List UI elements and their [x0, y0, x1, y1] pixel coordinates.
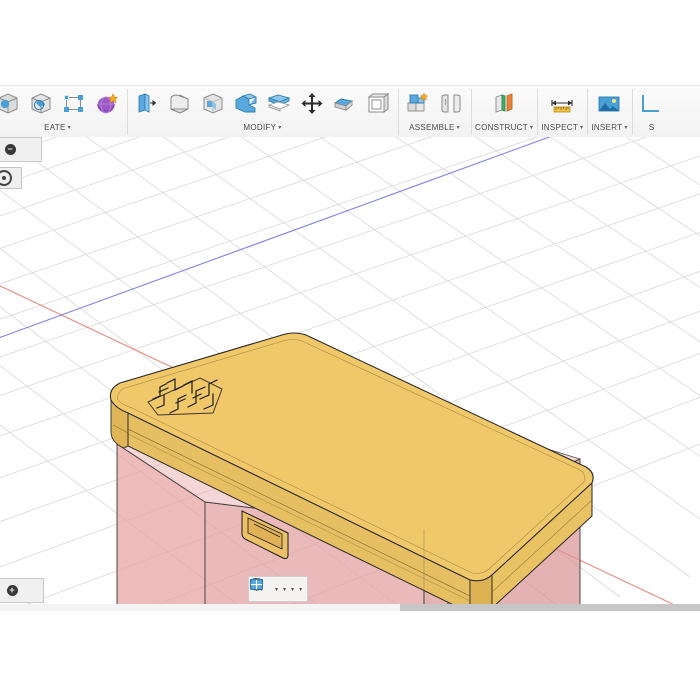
select-icon[interactable] [636, 88, 668, 120]
construct-panel-text: CONSTRUCT [475, 123, 528, 132]
fusion-window: EATE ▾ MODIFY ▾ ASSEMBLE ▾ CONSTRUCT ▾ I… [0, 0, 700, 700]
viewport-scene [0, 137, 700, 610]
chevron-down-icon: ▾ [291, 586, 295, 593]
press-pull-icon[interactable] [131, 88, 163, 120]
chevron-down-icon: ▾ [624, 125, 628, 131]
chevron-down-icon: ▾ [278, 125, 282, 131]
combine-icon[interactable] [362, 88, 394, 120]
ribbon-toolbar: EATE ▾ MODIFY ▾ ASSEMBLE ▾ CONSTRUCT ▾ I… [0, 85, 700, 139]
joint-icon[interactable] [435, 88, 467, 120]
cylinder-icon[interactable] [25, 88, 57, 120]
horizontal-scrollbar[interactable] [0, 604, 700, 611]
viewports-button[interactable]: ▾ [250, 579, 304, 599]
modify-panel-text: MODIFY [243, 123, 277, 132]
align-icon[interactable] [329, 88, 361, 120]
modify-tool-group [131, 86, 394, 121]
assemble-tool-group [402, 86, 467, 121]
chevron-down-icon: ▾ [580, 125, 584, 131]
ribbon-panel-construct: CONSTRUCT ▾ [471, 86, 537, 138]
comments-panel-expand-stub[interactable]: + [0, 578, 44, 603]
insert-panel-label[interactable]: INSERT ▾ [591, 121, 627, 135]
browser-panel-collapse-stub[interactable]: − [0, 137, 42, 162]
sphere-icon[interactable] [0, 88, 24, 120]
ribbon-panel-inspect: INSPECT ▾ [537, 86, 587, 138]
window-chrome-blank [0, 0, 700, 85]
ribbon-panel-select: S [631, 86, 672, 138]
draft-icon[interactable] [263, 88, 295, 120]
expand-icon: + [6, 585, 18, 596]
grid-snaps-button[interactable]: ▾ [250, 579, 296, 599]
construct-tool-group [488, 86, 520, 121]
chevron-down-icon: ▾ [529, 125, 534, 131]
display-settings-button[interactable]: ▾ [249, 578, 288, 599]
ribbon-panel-create: EATE ▾ [0, 86, 127, 138]
shell-icon[interactable] [230, 88, 262, 120]
insert-panel-text: INSERT [591, 123, 623, 132]
create-panel-label[interactable]: EATE ▾ [44, 121, 71, 135]
insert-tool-group [593, 86, 625, 121]
modify-panel-label[interactable]: MODIFY ▾ [243, 121, 281, 135]
pattern-icon[interactable] [58, 88, 90, 120]
move-copy-icon[interactable] [296, 88, 328, 120]
zoom-window-button[interactable]: ▾ [250, 578, 280, 599]
scrollbar-thumb[interactable] [400, 604, 700, 611]
chevron-down-icon: ▾ [283, 586, 287, 593]
create-form-icon[interactable] [91, 88, 123, 120]
measure-icon[interactable] [546, 88, 578, 120]
create-panel-text: EATE [44, 123, 66, 132]
construct-panel-label[interactable]: CONSTRUCT ▾ [475, 121, 533, 135]
chevron-down-icon: ▾ [299, 586, 303, 593]
assemble-panel-text: ASSEMBLE [409, 123, 455, 132]
view-navigation-bar: ▾ ▾ ▾ ▾ [248, 576, 309, 602]
ribbon-panel-assemble: ASSEMBLE ▾ [398, 86, 471, 138]
viewport-canvas[interactable]: − + ▾ ▾ ▾ ▾ [0, 137, 700, 610]
document-settings-icon [0, 170, 12, 186]
chevron-down-icon: ▾ [67, 125, 71, 131]
select-tool-group [636, 86, 668, 121]
offset-plane-icon[interactable] [488, 88, 520, 120]
collapse-icon: − [4, 144, 16, 155]
y-axis-line [0, 137, 551, 338]
create-tool-group [0, 86, 123, 121]
browser-root-node[interactable] [0, 167, 22, 189]
enclosure-model[interactable] [109, 332, 594, 610]
chevron-down-icon: ▾ [456, 125, 460, 131]
ribbon-panel-modify: MODIFY ▾ [127, 86, 398, 138]
assemble-panel-label[interactable]: ASSEMBLE ▾ [409, 121, 460, 135]
chamfer-icon[interactable] [197, 88, 229, 120]
inspect-panel-label[interactable]: INSPECT ▾ [541, 121, 583, 135]
inspect-panel-text: INSPECT [541, 123, 579, 132]
insert-image-icon[interactable] [593, 88, 625, 120]
ribbon-panel-insert: INSERT ▾ [587, 86, 631, 138]
below-window-blank [0, 611, 700, 700]
inspect-tool-group [546, 86, 578, 121]
chevron-down-icon: ▾ [275, 586, 279, 593]
fillet-icon[interactable] [164, 88, 196, 120]
new-component-icon[interactable] [402, 88, 434, 120]
select-panel-text: S [648, 123, 655, 132]
select-panel-label[interactable]: S [649, 121, 655, 135]
